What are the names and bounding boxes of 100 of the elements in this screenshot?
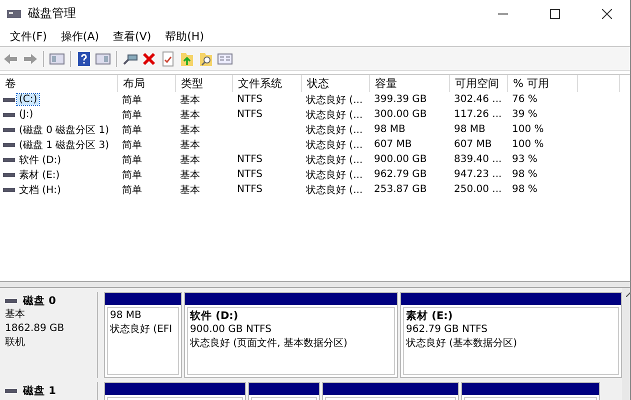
table-cell: 302.46 ... xyxy=(454,94,502,105)
partition-label: 软件 (D:) xyxy=(190,309,240,323)
table-cell: 962.79 GB xyxy=(374,169,427,180)
table-cell-text: 简单 xyxy=(122,168,142,182)
table-cell-text: 状态良好 (... xyxy=(306,138,363,152)
panel-icon[interactable] xyxy=(95,50,111,66)
table-cell: 98 MB xyxy=(454,124,486,135)
partition-info: 900.00 GB NTFS xyxy=(190,323,272,337)
table-cell: NTFS xyxy=(237,154,263,165)
menu-item[interactable]: 文件(F) xyxy=(3,29,54,44)
drive-icon xyxy=(5,388,17,394)
partition-bar xyxy=(249,383,319,395)
table-cell-text: 状态良好 (... xyxy=(306,94,363,106)
drive-icon xyxy=(5,298,17,304)
drive-icon xyxy=(3,172,15,178)
folder-search-icon[interactable] xyxy=(198,50,214,66)
table-cell: 607 MB xyxy=(454,139,492,150)
table-cell-text: 简单 xyxy=(122,108,142,122)
folder-icon[interactable] xyxy=(179,50,195,66)
table-cell-text: 简单 xyxy=(122,138,142,152)
table-cell-text: 基本 xyxy=(180,94,200,106)
volume-name[interactable]: (J:) xyxy=(17,109,36,120)
drive-icon xyxy=(3,156,15,162)
table-cell-text: 状态良好 (... xyxy=(306,124,363,136)
close-icon xyxy=(602,8,612,18)
table-cell-text: 基本 xyxy=(180,124,200,136)
table-cell: 947.23 ... xyxy=(454,169,502,180)
table-cell: 93 % xyxy=(512,154,538,165)
table-cell: 39 % xyxy=(512,109,538,120)
menu-item[interactable]: 帮助(H) xyxy=(158,29,211,44)
volume-name[interactable]: 软件 (D:) xyxy=(17,152,64,166)
table-cell-text: 简单 xyxy=(122,184,142,196)
partition-info: 98 MB xyxy=(110,309,142,323)
disk-info: 1862.89 GB xyxy=(5,322,66,336)
volume-name[interactable]: (磁盘 1 磁盘分区 3) xyxy=(17,138,112,152)
menu-item[interactable]: 操作(A) xyxy=(54,29,106,44)
table-cell-text: 基本 xyxy=(180,184,200,196)
table-cell-text: 简单 xyxy=(122,94,142,106)
column-header[interactable]: 布局 xyxy=(118,75,176,92)
table-cell: NTFS xyxy=(237,109,263,120)
drive-icon xyxy=(3,186,15,192)
menu-item[interactable]: 查看(V) xyxy=(106,29,158,44)
table-cell: NTFS xyxy=(237,94,263,105)
column-header[interactable]: 类型 xyxy=(176,75,233,92)
table-cell: NTFS xyxy=(237,184,263,195)
table-cell-text: 基本 xyxy=(180,138,200,152)
volume-name[interactable]: 素材 (E:) xyxy=(17,168,62,182)
table-cell-text: 基本 xyxy=(180,168,200,182)
delete-icon[interactable] xyxy=(141,50,157,66)
table-cell-text: 简单 xyxy=(122,124,142,136)
table-cell: 253.87 GB xyxy=(374,184,427,195)
table-cell: 117.26 ... xyxy=(454,109,502,120)
volume-name[interactable]: 文档 (H:) xyxy=(17,182,63,196)
panel-icon[interactable] xyxy=(49,50,65,66)
table-cell: NTFS xyxy=(237,169,263,180)
table-cell-text: 状态良好 (... xyxy=(306,184,363,196)
help-icon[interactable] xyxy=(76,50,92,66)
maximize-icon xyxy=(550,8,560,18)
disk-info: 基本 xyxy=(5,308,26,322)
table-cell: 900.00 GB xyxy=(374,154,427,165)
column-header[interactable]: 容量 xyxy=(370,75,450,92)
partition-info: 状态良好 (页面文件, 基本数据分区) xyxy=(190,337,348,351)
table-cell: 839.40 ... xyxy=(454,154,502,165)
volume-name[interactable]: (磁盘 0 磁盘分区 1) xyxy=(17,122,112,136)
drive-icon xyxy=(3,96,15,102)
table-cell: 98 % xyxy=(512,184,538,195)
column-header[interactable]: 卷 xyxy=(0,75,118,92)
table-cell-text: 状态良好 (... xyxy=(306,108,363,122)
table-cell: 100 % xyxy=(512,124,544,135)
table-cell: 98 MB xyxy=(374,124,406,135)
disk-info: 联机 xyxy=(5,336,26,350)
partition-info: 状态良好 (EFI xyxy=(110,323,174,337)
table-cell-text: 状态良好 (... xyxy=(306,154,363,166)
table-cell-text: 基本 xyxy=(180,108,200,122)
drive-icon xyxy=(3,142,15,148)
table-cell: 76 % xyxy=(512,94,538,105)
disk-name: 磁盘 1 xyxy=(23,384,56,398)
table-cell: 98 % xyxy=(512,169,538,180)
table-cell-text: 简单 xyxy=(122,154,142,166)
partition-block[interactable]: 软件 (D:) 900.00 GB NTFS 状态良好 (页面文件, 基本数据分区) xyxy=(184,292,398,378)
partition-info: 962.79 GB NTFS xyxy=(406,323,488,337)
table-cell: 250.00 ... xyxy=(454,184,502,195)
column-header[interactable]: 文件系统 xyxy=(233,75,302,92)
partition-block[interactable]: 98 MB 状态良好 (EFI xyxy=(104,292,182,378)
checklist-icon[interactable] xyxy=(160,50,176,66)
table-cell: 399.39 GB xyxy=(374,94,427,105)
table-cell-text: 状态良好 (... xyxy=(306,168,363,182)
column-header[interactable]: 状态 xyxy=(302,75,370,92)
partition-label: 素材 (E:) xyxy=(406,309,454,323)
drive-icon xyxy=(3,126,15,132)
table-cell: 607 MB xyxy=(374,139,412,150)
column-header[interactable]: 可用空间 xyxy=(450,75,508,92)
properties-icon[interactable] xyxy=(217,50,233,66)
column-header[interactable]: % 可用 xyxy=(508,75,578,92)
partition-block[interactable]: 素材 (E:) 962.79 GB NTFS 状态良好 (基本数据分区) xyxy=(400,292,622,378)
volume-name[interactable]: (C:) xyxy=(17,94,40,105)
drive-icon xyxy=(3,112,15,118)
table-cell-text: 基本 xyxy=(180,154,200,166)
partition-info: 状态良好 (基本数据分区) xyxy=(406,337,518,351)
table-cell: 100 % xyxy=(512,139,544,150)
